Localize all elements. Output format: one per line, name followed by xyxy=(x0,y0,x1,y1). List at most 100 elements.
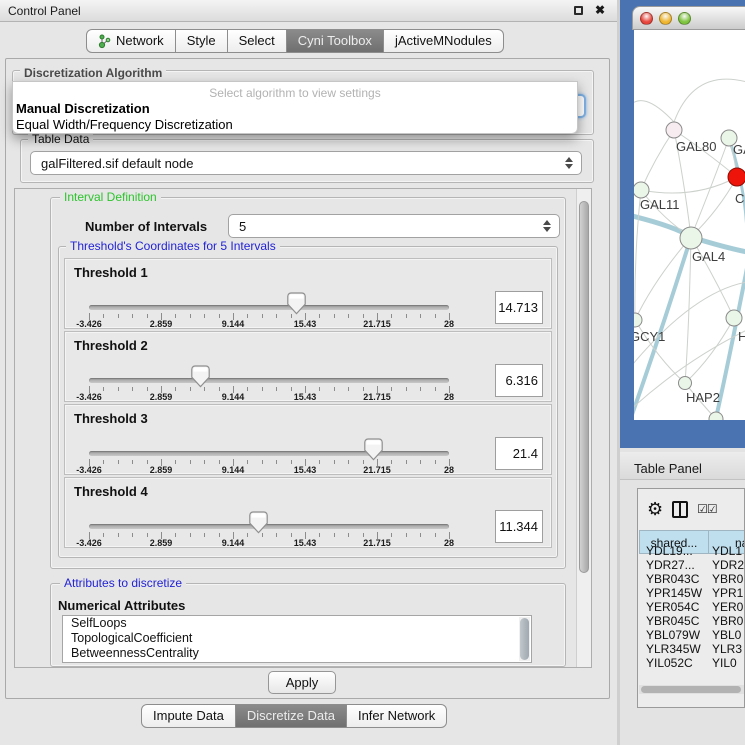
minor-tick xyxy=(363,387,364,391)
table-row[interactable]: YBR045CYBR0 xyxy=(639,614,745,628)
number-of-intervals-spinner[interactable]: 5 xyxy=(228,214,560,238)
minor-tick xyxy=(435,314,436,318)
apply-button[interactable]: Apply xyxy=(268,671,336,694)
table-row[interactable]: YBR043CYBR0 xyxy=(639,572,745,586)
tick-label: 15.43 xyxy=(294,392,317,402)
slider-thumb[interactable] xyxy=(364,438,383,461)
close-icon[interactable]: ✖ xyxy=(595,3,605,17)
tab-label: Style xyxy=(187,30,216,52)
node-table: ⚙ ☑☑ shared...naYDL19...YDL1YDR27...YDR2… xyxy=(637,488,745,708)
network-node-h[interactable] xyxy=(726,310,742,326)
minor-tick xyxy=(291,387,292,391)
control-panel-titlebar: Control Panel ✖ xyxy=(0,0,617,22)
network-node-gal80[interactable] xyxy=(666,122,682,138)
slider-track[interactable] xyxy=(89,305,449,310)
minor-tick xyxy=(118,533,119,537)
minor-tick xyxy=(291,460,292,464)
network-node-gcy1[interactable] xyxy=(634,313,642,327)
threshold-value-field[interactable]: 6.316 xyxy=(495,364,543,397)
list-scrollbar-thumb[interactable] xyxy=(520,618,529,660)
algorithm-placeholder-option[interactable]: Select algorithm to view settings xyxy=(13,82,577,100)
threshold-label: Threshold 2 xyxy=(74,338,148,353)
minor-tick xyxy=(276,387,277,391)
network-node-gal11[interactable] xyxy=(634,182,649,198)
threshold-value-field[interactable]: 21.4 xyxy=(495,437,543,470)
list-scrollbar[interactable] xyxy=(519,617,530,661)
tab-discretize-data[interactable]: Discretize Data xyxy=(236,704,347,728)
tab-infer-network[interactable]: Infer Network xyxy=(347,704,447,728)
minor-tick xyxy=(190,314,191,318)
algorithm-dropdown-popup: Select algorithm to view settings Manual… xyxy=(12,81,578,134)
vertical-scrollbar-thumb[interactable] xyxy=(579,201,589,573)
minor-tick xyxy=(147,533,148,537)
minor-tick xyxy=(247,314,248,318)
table-row[interactable]: YIL052CYIL0 xyxy=(639,656,745,670)
minimize-traffic-light-icon[interactable] xyxy=(659,12,672,25)
table-row[interactable]: YBL079WYBL0 xyxy=(639,628,745,642)
table-row[interactable]: YER054CYER0 xyxy=(639,600,745,614)
minor-tick xyxy=(363,314,364,318)
minor-tick xyxy=(147,387,148,391)
network-edge xyxy=(691,177,737,237)
slider-track[interactable] xyxy=(89,451,449,456)
split-columns-icon[interactable] xyxy=(672,501,688,518)
zoom-traffic-light-icon[interactable] xyxy=(678,12,691,25)
slider-thumb[interactable] xyxy=(191,365,210,388)
tick-label: 15.43 xyxy=(294,319,317,329)
slider-thumb[interactable] xyxy=(249,511,268,534)
combo-stepper-icon xyxy=(565,157,573,169)
tab-style[interactable]: Style xyxy=(176,29,228,53)
tab-cyni-toolbox[interactable]: Cyni Toolbox xyxy=(287,29,384,53)
network-canvas[interactable]: GAL80GACGAL11GAL4GCY1HHAP2 xyxy=(634,30,745,420)
tab-select[interactable]: Select xyxy=(228,29,287,53)
table-panel-title: Table Panel xyxy=(634,461,702,476)
network-window-titlebar[interactable] xyxy=(632,6,745,30)
network-node-gal4[interactable] xyxy=(680,227,702,249)
tick-label: 21.715 xyxy=(363,319,391,329)
threshold-value-field[interactable]: 11.344 xyxy=(495,510,543,543)
table-row[interactable]: YDL19...YDL1 xyxy=(639,544,745,558)
table-row[interactable]: YDR27...YDR2 xyxy=(639,558,745,572)
tab-jactivemnodules[interactable]: jActiveMNodules xyxy=(384,29,504,53)
minor-tick xyxy=(262,387,263,391)
gear-icon[interactable]: ⚙ xyxy=(647,500,663,518)
table-row[interactable]: YPR145WYPR1 xyxy=(639,586,745,600)
close-traffic-light-icon[interactable] xyxy=(640,12,653,25)
minor-tick xyxy=(276,314,277,318)
minor-tick xyxy=(435,533,436,537)
slider-thumb[interactable] xyxy=(287,292,306,315)
vertical-scrollbar[interactable] xyxy=(576,189,591,667)
attribute-item-selfloops[interactable]: SelfLoops xyxy=(63,616,531,631)
node-label: GA xyxy=(733,142,745,157)
horizontal-scrollbar[interactable] xyxy=(639,685,745,694)
float-window-icon[interactable] xyxy=(574,6,583,15)
algorithm-option-equal-width-frequency-discretization[interactable]: Equal Width/Frequency Discretization xyxy=(13,116,577,132)
tab-label: Infer Network xyxy=(358,705,435,727)
minor-tick xyxy=(319,460,320,464)
network-node-hap2[interactable] xyxy=(679,377,692,390)
attribute-item-betweennesscentrality[interactable]: BetweennessCentrality xyxy=(63,646,531,661)
table-cell: YBR0 xyxy=(709,614,745,628)
attribute-item-topologicalcoefficient[interactable]: TopologicalCoefficient xyxy=(63,631,531,646)
slider-track[interactable] xyxy=(89,524,449,529)
minor-tick xyxy=(406,533,407,537)
minor-tick xyxy=(175,387,176,391)
minor-tick xyxy=(391,533,392,537)
algorithm-option-manual-discretization[interactable]: Manual Discretization xyxy=(13,100,577,116)
table-toolbar: ⚙ ☑☑ xyxy=(638,489,745,529)
network-node-c[interactable] xyxy=(728,168,745,186)
numerical-attributes-list[interactable]: SelfLoopsTopologicalCoefficientBetweenne… xyxy=(62,615,532,663)
table-cell: YPR145W xyxy=(639,586,709,600)
tick-label: 2.859 xyxy=(150,465,173,475)
control-panel-title: Control Panel xyxy=(8,4,81,18)
checkbox-icons[interactable]: ☑☑ xyxy=(697,502,717,516)
table-cell: YLR345W xyxy=(639,642,709,656)
minor-tick xyxy=(319,387,320,391)
tab-impute-data[interactable]: Impute Data xyxy=(141,704,236,728)
table-row[interactable]: YLR345WYLR3 xyxy=(639,642,745,656)
table-data-combobox[interactable]: galFiltered.sif default node xyxy=(30,151,582,175)
threshold-value-field[interactable]: 14.713 xyxy=(495,291,543,324)
slider-track[interactable] xyxy=(89,378,449,383)
tab-network[interactable]: Network xyxy=(86,29,176,53)
horizontal-scrollbar-thumb[interactable] xyxy=(641,686,741,693)
